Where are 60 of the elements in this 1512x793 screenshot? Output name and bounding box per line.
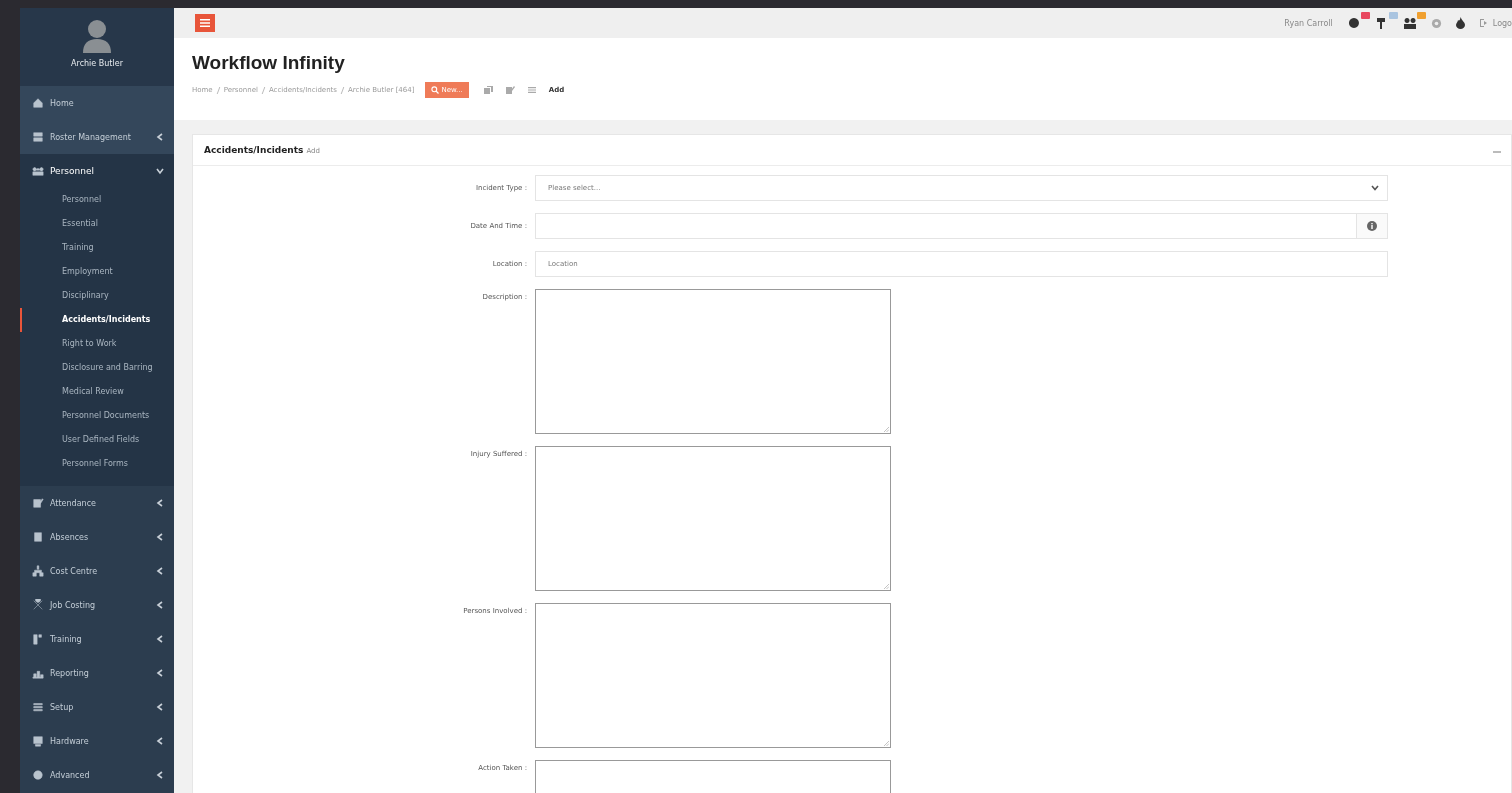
submenu-item[interactable]: Personnel Documents (20, 404, 174, 428)
chevron-icon (156, 567, 164, 575)
submenu-item[interactable]: Personnel Forms (20, 452, 174, 476)
edit-icon[interactable] (505, 86, 515, 94)
sidebar-item[interactable]: Training (20, 622, 174, 656)
gear-icon[interactable] (1430, 17, 1442, 29)
chevron-icon (156, 669, 164, 677)
submenu-item[interactable]: User Defined Fields (20, 428, 174, 452)
notification-icon[interactable] (1346, 16, 1361, 30)
panel-title: Accidents/Incidents (204, 145, 304, 155)
sidebar-item[interactable]: Job Costing (20, 588, 174, 622)
chevron-icon (156, 167, 164, 175)
submenu-item[interactable]: Disclosure and Barring (20, 356, 174, 380)
submenu-item[interactable]: Medical Review (20, 380, 174, 404)
date-time-field[interactable] (535, 213, 1388, 239)
chevron-icon (156, 601, 164, 609)
flame-icon[interactable] (1455, 17, 1465, 29)
sidebar-item[interactable]: Absences (20, 520, 174, 554)
notification-icon[interactable] (1402, 16, 1417, 30)
menu-icon (200, 19, 210, 27)
info-icon (1367, 221, 1377, 231)
chevron-down-icon (1371, 185, 1379, 191)
submenu-item[interactable]: Essential (20, 212, 174, 236)
sidebar-item[interactable]: Cost Centre (20, 554, 174, 588)
user-name: Archie Butler (71, 59, 123, 68)
submenu-item[interactable]: Employment (20, 260, 174, 284)
sidebar-item[interactable]: Personnel (20, 154, 174, 188)
sidebar-item[interactable]: Roster Management (20, 120, 174, 154)
chevron-icon (156, 737, 164, 745)
sidebar-item[interactable]: Hardware (20, 724, 174, 758)
chevron-icon (156, 635, 164, 643)
sidebar-item[interactable]: Reporting (20, 656, 174, 690)
search-icon (431, 86, 440, 94)
list-icon[interactable] (527, 87, 536, 93)
menu-button[interactable] (195, 14, 215, 32)
sidebar-item[interactable]: Advanced (20, 758, 174, 792)
user-name[interactable]: Ryan Carroll (1284, 18, 1333, 28)
logout-icon (1478, 18, 1489, 28)
resize-handle-icon[interactable] (884, 427, 889, 432)
submenu-item[interactable]: Training (20, 236, 174, 260)
sidebar-item[interactable]: Attendance (20, 486, 174, 520)
resize-handle-icon[interactable] (884, 584, 889, 589)
page-title: Workflow Infinity (192, 52, 346, 74)
textarea-field[interactable] (535, 603, 891, 748)
textarea-field[interactable] (535, 446, 891, 591)
resize-handle-icon[interactable] (884, 741, 889, 746)
submenu-item[interactable]: Disciplinary (20, 284, 174, 308)
chevron-icon (156, 499, 164, 507)
sidebar-item[interactable]: Setup (20, 690, 174, 724)
logout-link[interactable]: Logo (1478, 18, 1512, 28)
chevron-icon (156, 703, 164, 711)
chevron-icon (156, 533, 164, 541)
submenu-item[interactable]: Personnel (20, 188, 174, 212)
chevron-icon (156, 771, 164, 779)
copy-icon[interactable] (483, 86, 493, 94)
submenu-item[interactable]: Right to Work (20, 332, 174, 356)
textarea-field[interactable] (535, 289, 891, 434)
sidebar-item[interactable]: Home (20, 86, 174, 120)
chevron-icon (156, 133, 164, 141)
avatar-icon (82, 19, 112, 53)
